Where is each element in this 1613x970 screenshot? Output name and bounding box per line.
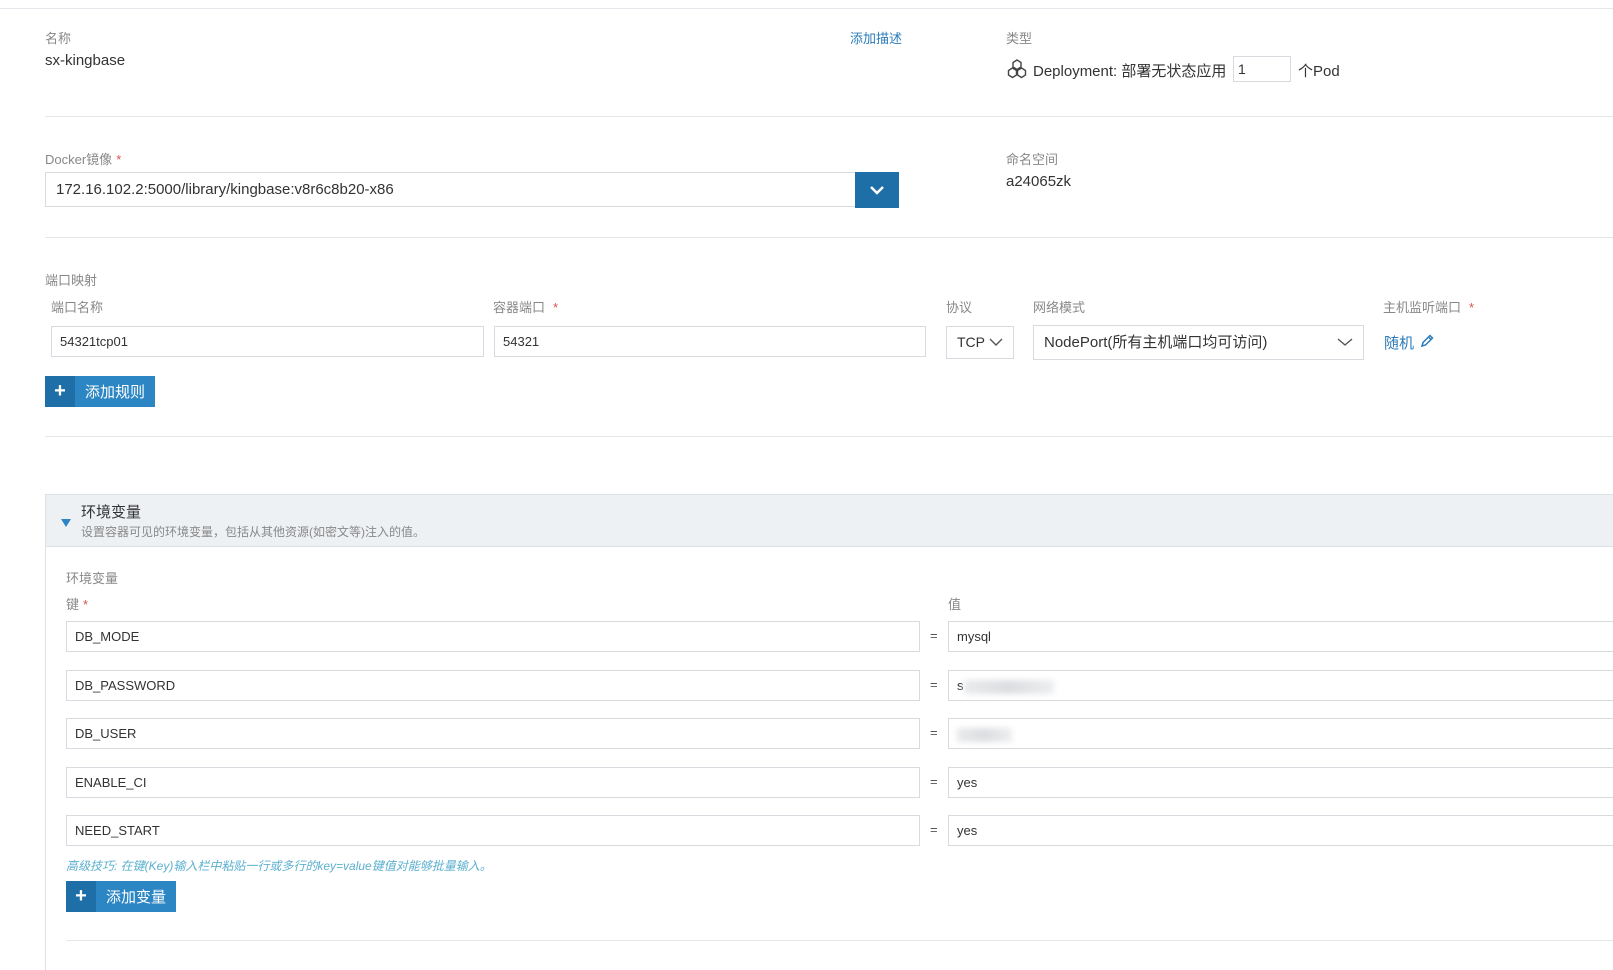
required-mark: * [116,152,122,167]
host-port-header: 主机监听端口 * [1383,297,1474,316]
env-key-input[interactable]: NEED_START [66,815,920,846]
namespace-label: 命名空间 [1006,152,1059,167]
caret-down-icon[interactable] [60,515,72,527]
add-description-link[interactable]: 添加描述 [850,28,902,47]
env-value-input[interactable]: s [948,670,1613,701]
divider-3 [45,436,1613,437]
equals-sign: = [930,822,938,837]
add-rule-button[interactable]: + 添加规则 [45,376,156,407]
equals-sign: = [930,774,938,789]
env-value-input[interactable]: yes [948,767,1613,798]
docker-image-label-text: Docker镜像 [45,152,113,167]
image-dropdown-button[interactable] [855,172,899,208]
env-panel-title: 环境变量 [81,504,142,521]
required-mark: * [1469,300,1475,315]
docker-image-label: Docker镜像 * [45,149,121,168]
equals-sign: = [930,725,938,740]
add-variable-button[interactable]: + 添加变量 [66,881,177,912]
env-list-label: 环境变量 [66,571,119,586]
deployment-icon [1006,58,1028,80]
add-variable-label: 添加变量 [106,889,167,906]
divider-2 [45,237,1613,238]
env-key-input[interactable]: DB_PASSWORD [66,670,920,701]
env-key-input[interactable]: DB_USER [66,718,920,749]
env-value-input[interactable]: mysql [948,621,1613,652]
name-value: sx-kingbase [45,52,126,69]
host-port-header-text: 主机监听端口 [1383,300,1462,315]
protocol-select[interactable]: TCP [946,326,1014,359]
pencil-icon[interactable] [1419,333,1435,349]
name-label: 名称 [45,31,72,46]
divider-4 [66,940,1613,941]
required-mark: * [83,597,89,612]
env-key-input[interactable]: DB_MODE [66,621,920,652]
pod-suffix: 个Pod [1298,63,1340,80]
redacted-value [957,727,1012,742]
chevron-down-icon [870,186,884,195]
protocol-header: 协议 [946,300,973,315]
protocol-value: TCP [957,334,985,350]
env-key-header: 键 * [66,594,88,613]
env-value-header: 值 [948,597,962,612]
env-value-input[interactable] [948,718,1613,749]
port-mapping-label: 端口映射 [45,273,98,288]
env-panel-subtitle: 设置容器可见的环境变量，包括从其他资源(如密文等)注入的值。 [81,525,425,539]
chevron-down-icon [989,338,1003,346]
host-port-random-link[interactable]: 随机 [1384,332,1414,353]
add-rule-label: 添加规则 [85,384,146,401]
plus-icon: + [66,881,96,912]
env-value-input[interactable]: yes [948,815,1613,846]
network-mode-header: 网络模式 [1033,300,1086,315]
env-tip: 高级技巧: 在键(Key)输入栏中粘贴一行或多行的key=value键值对能够批… [66,859,492,873]
type-value: Deployment: 部署无状态应用 [1033,63,1227,80]
port-name-header: 端口名称 [51,300,104,315]
type-label: 类型 [1006,31,1033,46]
equals-sign: = [930,677,938,692]
chevron-down-icon [1337,338,1353,346]
top-divider [0,8,1613,9]
divider-1 [45,116,1613,117]
docker-image-input[interactable]: 172.16.102.2:5000/library/kingbase:v8r6c… [45,172,856,207]
required-mark: * [553,300,559,315]
network-mode-value: NodePort(所有主机端口均可访问) [1044,334,1268,351]
container-port-header-text: 容器端口 [493,300,546,315]
equals-sign: = [930,628,938,643]
container-port-input[interactable]: 54321 [494,326,926,357]
pod-count-input[interactable]: 1 [1233,56,1291,82]
network-mode-select[interactable]: NodePort(所有主机端口均可访问) [1033,325,1364,360]
redacted-value [963,679,1054,694]
env-key-input[interactable]: ENABLE_CI [66,767,920,798]
plus-icon: + [45,376,75,407]
port-name-input[interactable]: 54321tcp01 [51,326,484,357]
namespace-value: a24065zk [1006,173,1072,190]
container-port-header: 容器端口 * [493,297,558,316]
env-key-header-text: 键 [66,597,80,612]
